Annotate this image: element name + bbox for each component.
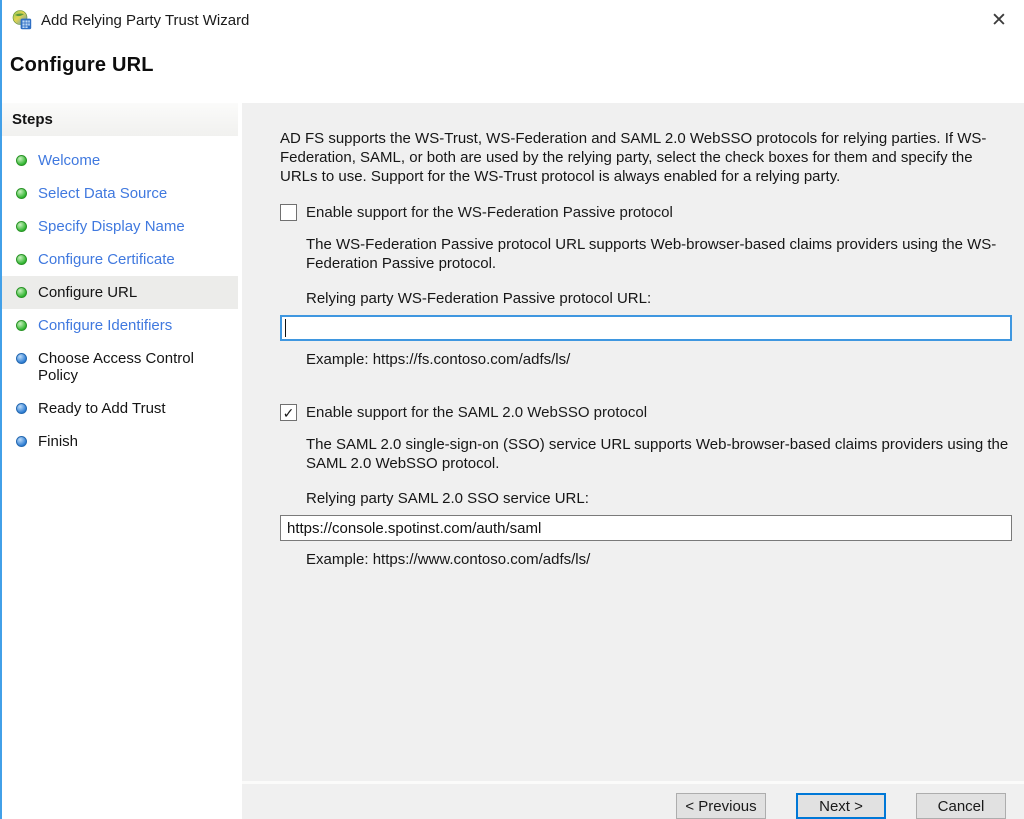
sidebar-item-select-data-source[interactable]: Select Data Source [2, 177, 238, 210]
title-bar: Add Relying Party Trust Wizard ✕ [2, 0, 1024, 40]
step-completed-bullet-icon [16, 287, 27, 298]
sidebar-item-ready-to-add-trust: Ready to Add Trust [2, 392, 238, 425]
step-label: Configure Identifiers [38, 317, 172, 334]
next-button[interactable]: Next > [796, 793, 886, 819]
step-completed-bullet-icon [16, 221, 27, 232]
cancel-button[interactable]: Cancel [916, 793, 1006, 819]
step-label: Ready to Add Trust [38, 400, 166, 417]
step-label: Choose Access Control Policy [38, 350, 230, 384]
ws-federation-checkbox-row: Enable support for the WS-Federation Pas… [280, 203, 1012, 222]
step-completed-bullet-icon [16, 320, 27, 331]
wizard-body: Steps Welcome Select Data Source Specify… [2, 103, 1024, 819]
sidebar-item-welcome[interactable]: Welcome [2, 144, 238, 177]
step-label: Welcome [38, 152, 100, 169]
saml-url-label: Relying party SAML 2.0 SSO service URL: [306, 489, 1012, 508]
saml-checkbox-checked[interactable]: ✓ [280, 404, 297, 421]
sidebar-item-configure-certificate[interactable]: Configure Certificate [2, 243, 238, 276]
step-completed-bullet-icon [16, 155, 27, 166]
step-pending-bullet-icon [16, 353, 27, 364]
content-inner: AD FS supports the WS-Trust, WS-Federati… [242, 103, 1024, 569]
ws-federation-example-text: Example: https://fs.contoso.com/adfs/ls/ [306, 350, 1012, 369]
sidebar-item-choose-access-control-policy: Choose Access Control Policy [2, 342, 238, 392]
steps-header: Steps [2, 103, 238, 136]
saml-url-input-wrap [280, 515, 1012, 541]
window-title: Add Relying Party Trust Wizard [41, 12, 249, 29]
saml-example-text: Example: https://www.contoso.com/adfs/ls… [306, 550, 1012, 569]
saml-description: The SAML 2.0 single-sign-on (SSO) servic… [306, 435, 1012, 473]
step-pending-bullet-icon [16, 436, 27, 447]
ws-federation-checkbox-unchecked[interactable] [280, 204, 297, 221]
ws-federation-url-label: Relying party WS-Federation Passive prot… [306, 289, 1012, 308]
previous-button[interactable]: < Previous [676, 793, 766, 819]
steps-sidebar: Steps Welcome Select Data Source Specify… [2, 103, 238, 819]
step-label: Select Data Source [38, 185, 167, 202]
page-title: Configure URL [2, 40, 1024, 103]
sidebar-item-finish: Finish [2, 425, 238, 458]
saml-url-input[interactable] [280, 515, 1012, 541]
step-completed-bullet-icon [16, 188, 27, 199]
close-icon[interactable]: ✕ [984, 5, 1014, 35]
saml-checkbox-label[interactable]: Enable support for the SAML 2.0 WebSSO p… [306, 403, 647, 422]
saml-checkbox-row: ✓ Enable support for the SAML 2.0 WebSSO… [280, 403, 1012, 422]
ws-federation-description: The WS-Federation Passive protocol URL s… [306, 235, 1012, 273]
sidebar-item-specify-display-name[interactable]: Specify Display Name [2, 210, 238, 243]
steps-list: Welcome Select Data Source Specify Displ… [2, 136, 238, 458]
step-pending-bullet-icon [16, 403, 27, 414]
intro-text: AD FS supports the WS-Trust, WS-Federati… [280, 129, 1012, 186]
footer-button-bar: < Previous Next > Cancel [242, 781, 1024, 819]
step-completed-bullet-icon [16, 254, 27, 265]
step-label: Configure Certificate [38, 251, 175, 268]
ws-federation-url-input-wrap [280, 315, 1012, 341]
text-caret [285, 319, 286, 337]
step-label: Specify Display Name [38, 218, 185, 235]
wizard-window: Add Relying Party Trust Wizard ✕ Configu… [0, 0, 1024, 819]
sidebar-item-configure-identifiers[interactable]: Configure Identifiers [2, 309, 238, 342]
adfs-wizard-icon [12, 10, 32, 30]
content-panel: AD FS supports the WS-Trust, WS-Federati… [242, 103, 1024, 819]
sidebar-item-configure-url: Configure URL [2, 276, 238, 309]
ws-federation-checkbox-label[interactable]: Enable support for the WS-Federation Pas… [306, 203, 673, 222]
step-label: Configure URL [38, 284, 137, 301]
step-label: Finish [38, 433, 78, 450]
ws-federation-url-input[interactable] [280, 315, 1012, 341]
